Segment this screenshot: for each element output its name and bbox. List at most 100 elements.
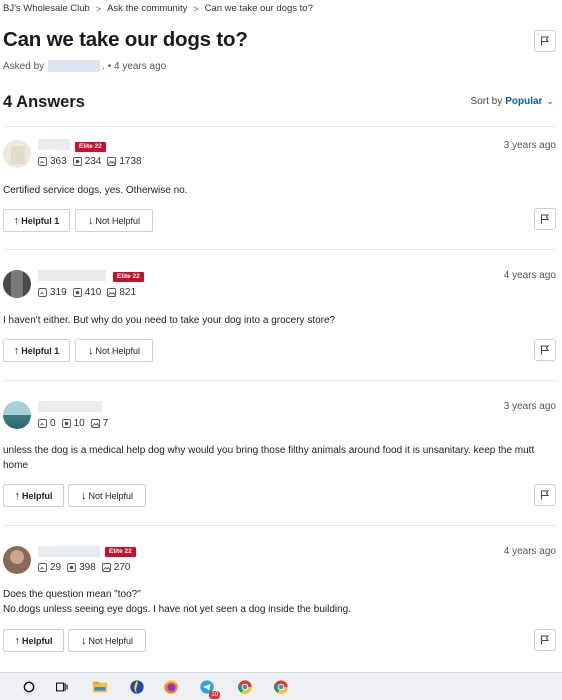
chevron-right-icon: > xyxy=(95,3,102,14)
helpful-button[interactable]: ↑ Helpful 1 xyxy=(3,209,70,232)
question-count-icon xyxy=(38,419,47,428)
elite-badge: Elite 22 xyxy=(105,547,136,557)
not-helpful-button[interactable]: ↓ Not Helpful xyxy=(68,484,146,507)
stat-photos: 270 xyxy=(101,562,131,573)
answer-text: I haven't either. But why do you need to… xyxy=(3,315,336,326)
answers-count-heading: 4 Answers xyxy=(3,93,85,111)
page-title: Can we take our dogs to? xyxy=(3,28,248,51)
avatar[interactable] xyxy=(3,401,31,429)
report-answer-button[interactable] xyxy=(534,484,556,506)
sort-dropdown[interactable]: Sort by Popular ⌄ xyxy=(471,96,554,107)
stat-answers: 234 xyxy=(72,156,101,167)
answer-count-icon xyxy=(72,288,82,297)
asker-name-redacted xyxy=(48,60,101,72)
arrow-up-icon: ↑ xyxy=(14,489,21,502)
stat-photos: 1738 xyxy=(107,156,142,167)
breadcrumb: BJ's Wholesale Club > Ask the community … xyxy=(3,3,313,14)
answer-text-line: No.dogs unless seeing eye dogs. I have n… xyxy=(3,604,352,615)
flag-icon xyxy=(541,490,549,500)
not-helpful-button[interactable]: ↓ Not Helpful xyxy=(75,339,153,362)
username-redacted[interactable] xyxy=(38,546,100,557)
user-stats: 319 410 821 xyxy=(38,287,142,298)
username-redacted[interactable] xyxy=(38,401,102,412)
answer-count-icon xyxy=(61,419,71,428)
user-stats: 363 234 1738 xyxy=(38,156,148,167)
stat-photos: 7 xyxy=(90,418,108,429)
chevron-down-icon: ⌄ xyxy=(546,96,554,106)
avatar[interactable] xyxy=(3,270,31,298)
avatar[interactable] xyxy=(3,140,31,168)
answer-date: 4 years ago xyxy=(503,270,556,281)
file-explorer-icon[interactable] xyxy=(91,678,109,696)
username-redacted[interactable] xyxy=(38,139,70,150)
question-meta: Asked by . • 4 years ago xyxy=(3,60,166,72)
divider xyxy=(3,249,556,250)
question-count-icon xyxy=(38,563,47,572)
helpful-button[interactable]: ↑ Helpful 1 xyxy=(3,339,70,362)
breadcrumb-current: Can we take our dogs to? xyxy=(204,3,313,14)
task-view-icon[interactable] xyxy=(53,678,71,696)
helpful-button[interactable]: ↑ Helpful xyxy=(3,629,64,652)
arrow-up-icon: ↑ xyxy=(14,634,21,647)
report-answer-button[interactable] xyxy=(534,629,556,651)
not-helpful-button[interactable]: ↓ Not Helpful xyxy=(68,629,146,652)
not-helpful-button[interactable]: ↓ Not Helpful xyxy=(75,209,153,232)
app-icon[interactable] xyxy=(128,678,146,696)
arrow-up-icon: ↑ xyxy=(13,344,20,357)
flag-icon xyxy=(541,214,549,224)
divider xyxy=(3,525,556,526)
avatar[interactable] xyxy=(3,546,31,574)
answer-count-icon xyxy=(72,157,82,166)
arrow-down-icon: ↓ xyxy=(87,344,94,357)
taskbar: 10 xyxy=(0,672,562,700)
sort-label: Sort by xyxy=(470,96,503,107)
arrow-down-icon: ↓ xyxy=(80,489,87,502)
asked-date: . • 4 years ago xyxy=(102,60,167,72)
stat-answers: 410 xyxy=(72,287,101,298)
chrome-profile-icon[interactable] xyxy=(236,678,254,696)
report-answer-button[interactable] xyxy=(534,208,556,230)
chrome-profile-icon[interactable] xyxy=(272,678,290,696)
stat-photos: 821 xyxy=(107,287,136,298)
photo-count-icon xyxy=(107,288,117,297)
asked-by-label: Asked by xyxy=(3,60,45,72)
photo-count-icon xyxy=(107,157,117,166)
breadcrumb-link-store[interactable]: BJ's Wholesale Club xyxy=(3,3,90,14)
breadcrumb-link-community[interactable]: Ask the community xyxy=(107,3,187,14)
notification-badge: 10 xyxy=(209,691,220,699)
flag-icon xyxy=(541,36,549,46)
answer-text-line: Does the question mean "too?" xyxy=(3,589,141,600)
photo-count-icon xyxy=(101,563,111,572)
stat-questions: 29 xyxy=(38,562,61,573)
firefox-icon[interactable] xyxy=(162,678,180,696)
user-stats: 0 10 7 xyxy=(38,418,114,429)
report-answer-button[interactable] xyxy=(534,339,556,361)
flag-icon xyxy=(541,635,549,645)
sort-value: Popular xyxy=(505,96,543,107)
chevron-right-icon: > xyxy=(193,3,199,14)
photo-count-icon xyxy=(90,419,100,428)
answer-date: 3 years ago xyxy=(503,401,556,412)
helpful-button[interactable]: ↑ Helpful xyxy=(3,484,64,507)
username-redacted[interactable] xyxy=(38,270,106,281)
answer-date: 4 years ago xyxy=(503,546,556,557)
stat-questions: 319 xyxy=(38,287,67,298)
arrow-down-icon: ↓ xyxy=(87,214,94,227)
answer-date: 3 years ago xyxy=(503,140,556,151)
flag-icon xyxy=(541,345,549,355)
stat-questions: 0 xyxy=(38,418,56,429)
answer-count-icon xyxy=(67,563,77,572)
user-stats: 29 398 270 xyxy=(38,562,137,573)
answer-text: unless the dog is a medical help dog why… xyxy=(3,445,535,471)
report-question-button[interactable] xyxy=(534,30,556,52)
divider xyxy=(3,380,556,381)
stat-answers: 10 xyxy=(61,418,85,429)
telegram-icon[interactable]: 10 xyxy=(198,678,220,699)
question-count-icon xyxy=(38,288,47,297)
answer-text: Does the question mean "too?" No.dogs un… xyxy=(3,587,556,617)
elite-badge: Elite 22 xyxy=(113,272,144,282)
divider xyxy=(3,126,556,127)
question-count-icon xyxy=(38,157,47,166)
search-circle-icon[interactable] xyxy=(20,678,38,696)
stat-questions: 363 xyxy=(38,156,67,167)
